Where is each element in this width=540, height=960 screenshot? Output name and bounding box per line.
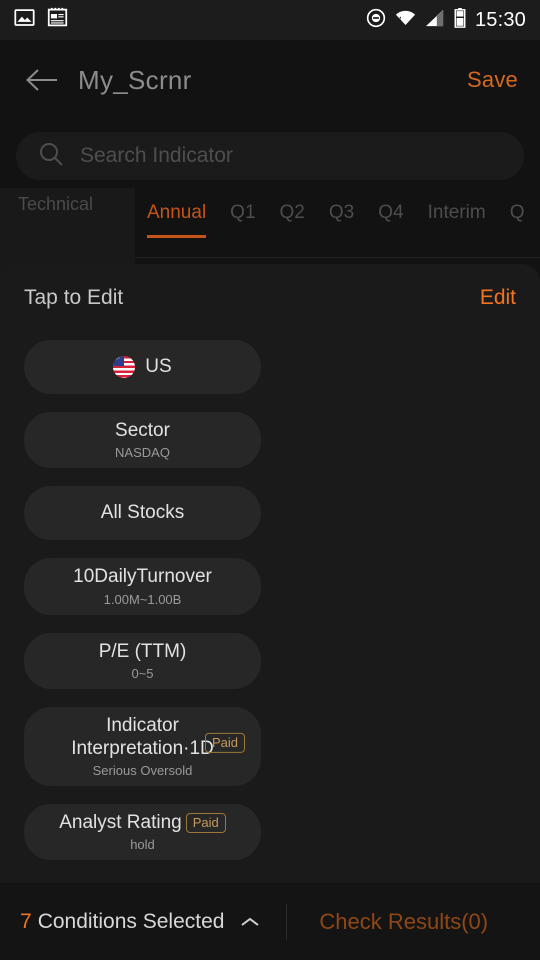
status-bar-clock: 15:30 bbox=[475, 9, 526, 32]
chip-title-text: US bbox=[145, 356, 171, 378]
tab-q1[interactable]: Q1 bbox=[218, 202, 267, 224]
image-icon bbox=[14, 7, 35, 33]
app-bar: My_Scrnr Save bbox=[0, 40, 540, 120]
wifi-icon bbox=[395, 9, 416, 32]
conditions-count: 7 bbox=[20, 910, 32, 934]
condition-chip-analyst-rating[interactable]: Analyst Rating Paid hold bbox=[24, 804, 261, 860]
condition-chip-pe-ttm[interactable]: P/E (TTM) 0~5 bbox=[24, 633, 261, 689]
status-bar: 15:30 bbox=[0, 0, 540, 40]
status-bar-system-icons: 15:30 bbox=[366, 8, 526, 33]
page-title: My_Scrnr bbox=[78, 65, 192, 96]
check-results-button[interactable]: Check Results(0) bbox=[287, 909, 520, 935]
edit-button[interactable]: Edit bbox=[480, 286, 516, 310]
chip-title: Sector bbox=[115, 420, 170, 442]
chip-subtitle: 1.00M~1.00B bbox=[104, 592, 182, 607]
condition-chip-all-stocks[interactable]: All Stocks bbox=[24, 486, 261, 540]
paid-badge: Paid bbox=[205, 732, 245, 752]
background-content: Search Indicator Technical Financial Ann… bbox=[0, 120, 540, 280]
chip-title-text: Analyst Rating bbox=[59, 812, 182, 834]
chip-subtitle: 0~5 bbox=[131, 666, 153, 681]
sheet-title: Tap to Edit bbox=[24, 286, 123, 310]
condition-chip-daily-turnover[interactable]: 10DailyTurnover 1.00M~1.00B bbox=[24, 558, 261, 614]
us-flag-icon bbox=[113, 356, 135, 378]
screen-root: 15:30 My_Scrnr Save Search Indicator Tec… bbox=[0, 0, 540, 960]
back-arrow-icon[interactable] bbox=[22, 60, 62, 100]
chip-title: All Stocks bbox=[101, 502, 184, 524]
news-icon bbox=[47, 7, 68, 33]
tab-q4[interactable]: Q4 bbox=[366, 202, 415, 224]
bottom-action-bar: 7 Conditions Selected Check Results(0) bbox=[0, 883, 540, 960]
sheet-header: Tap to Edit Edit bbox=[0, 264, 540, 310]
chip-title: Analyst Rating Paid bbox=[59, 812, 226, 834]
tab-q3[interactable]: Q3 bbox=[317, 202, 366, 224]
do-not-disturb-icon bbox=[366, 8, 386, 33]
condition-chip-indicator-interpretation[interactable]: Indicator Interpretation·1D Serious Over… bbox=[24, 707, 261, 786]
save-button[interactable]: Save bbox=[467, 67, 518, 93]
tab-q2[interactable]: Q2 bbox=[268, 202, 317, 224]
search-placeholder: Search Indicator bbox=[80, 144, 233, 168]
sidebar-item-technical[interactable]: Technical bbox=[0, 188, 135, 215]
signal-icon bbox=[425, 9, 445, 32]
tab-annual[interactable]: Annual bbox=[135, 202, 218, 224]
status-bar-notification-icons bbox=[14, 7, 68, 33]
condition-chip-region[interactable]: US bbox=[24, 340, 261, 394]
chip-title: P/E (TTM) bbox=[99, 641, 187, 663]
conditions-selected-button[interactable]: 7 Conditions Selected bbox=[0, 910, 260, 934]
chip-title: 10DailyTurnover bbox=[73, 566, 212, 588]
condition-chip-sector[interactable]: Sector NASDAQ bbox=[24, 412, 261, 468]
chip-subtitle: NASDAQ bbox=[115, 445, 170, 460]
chip-title: US bbox=[113, 356, 171, 378]
chip-subtitle: Serious Oversold bbox=[93, 763, 193, 778]
search-icon bbox=[38, 141, 64, 172]
tab-interim[interactable]: Interim bbox=[416, 202, 498, 224]
edit-conditions-sheet: Tap to Edit Edit US Sector NASDAQ All St… bbox=[0, 264, 540, 883]
conditions-label: Conditions Selected bbox=[38, 910, 225, 934]
chevron-up-icon[interactable] bbox=[240, 915, 260, 929]
tab-divider bbox=[135, 257, 540, 258]
tab-q-partial[interactable]: Q bbox=[498, 202, 537, 224]
condition-chip-grid: US Sector NASDAQ All Stocks 10DailyTurno… bbox=[0, 310, 540, 860]
paid-badge: Paid bbox=[186, 813, 226, 833]
search-input[interactable]: Search Indicator bbox=[16, 132, 524, 180]
chip-subtitle: hold bbox=[130, 837, 155, 852]
battery-icon bbox=[454, 8, 466, 33]
